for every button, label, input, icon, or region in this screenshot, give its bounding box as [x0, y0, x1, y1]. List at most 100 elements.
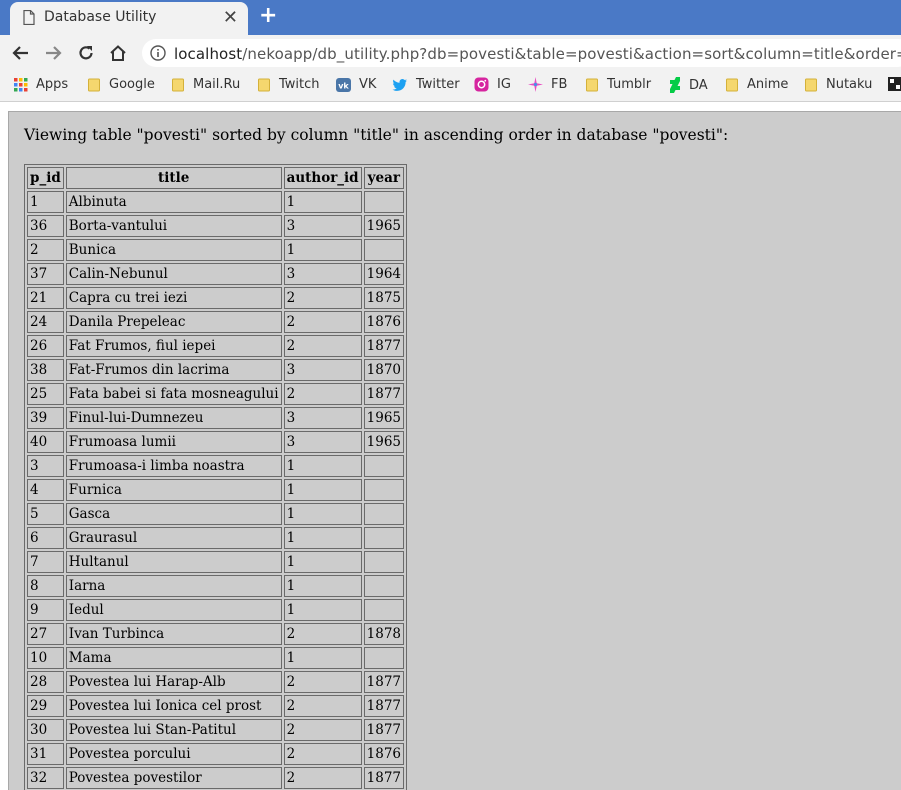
- table-row: 30 Povestea lui Stan-Patitul 2 1877: [27, 719, 404, 741]
- cell-author-id: 2: [283, 719, 362, 741]
- column-header-year[interactable]: year: [363, 167, 404, 189]
- table-row: 8 Iarna 1: [27, 575, 404, 597]
- table-row: 31 Povestea porcului 2 1876: [27, 743, 404, 765]
- cell-p-id: 1: [27, 191, 64, 213]
- folder-icon: [172, 78, 184, 91]
- cell-author-id: 3: [283, 407, 362, 429]
- svg-text:vk: vk: [338, 81, 349, 90]
- column-header-author-id[interactable]: author_id: [283, 167, 362, 189]
- back-button[interactable]: [8, 40, 34, 66]
- bookmark-label: Twitch: [279, 77, 320, 92]
- cell-title: Borta-vantului: [65, 215, 282, 237]
- bookmark-label: FB: [551, 77, 568, 92]
- table-body: 1 Albinuta 1 36 Borta-vantului 3 1965 2 Bunica 1 3…: [27, 191, 404, 790]
- bookmark-overflow[interactable]: [888, 77, 901, 91]
- bookmark-fb[interactable]: FB: [528, 77, 567, 92]
- bookmark-label: Apps: [36, 77, 69, 92]
- cell-title: Fata babei si fata mosneagului: [65, 383, 282, 405]
- table-row: 37 Calin-Nebunul 3 1964: [27, 263, 404, 285]
- deviantart-icon: [670, 77, 680, 93]
- cell-year: 1877: [363, 767, 404, 789]
- bookmark-anime[interactable]: Anime: [726, 77, 788, 92]
- back-arrow-icon: [12, 46, 28, 60]
- column-header-p-id[interactable]: p_id: [27, 167, 64, 189]
- tab-database-utility[interactable]: Database Utility ✕: [10, 2, 248, 35]
- cell-p-id: 21: [27, 287, 64, 309]
- cell-p-id: 7: [27, 551, 64, 573]
- cell-year: [363, 479, 404, 501]
- folder-icon: [805, 78, 817, 91]
- cell-title: Graurasul: [65, 527, 282, 549]
- reload-button[interactable]: [73, 40, 99, 66]
- bookmark-tumblr[interactable]: Tumblr: [586, 77, 651, 92]
- bookmark-vk[interactable]: vk VK: [336, 77, 376, 92]
- bookmark-label: Tumblr: [607, 77, 652, 92]
- bookmark-nutaku[interactable]: Nutaku: [805, 77, 872, 92]
- table-row: 25 Fata babei si fata mosneagului 2 1877: [27, 383, 404, 405]
- cell-p-id: 31: [27, 743, 64, 765]
- bookmark-mailru[interactable]: Mail.Ru: [172, 77, 240, 92]
- bookmark-google[interactable]: Google: [88, 77, 155, 92]
- cell-title: Furnica: [65, 479, 282, 501]
- tab-close-icon[interactable]: ✕: [223, 7, 238, 28]
- folder-icon: [726, 78, 738, 91]
- cell-year: 1877: [363, 383, 404, 405]
- apps-grid-icon: [14, 77, 28, 91]
- new-tab-button[interactable]: +: [259, 3, 277, 28]
- table-row: 1 Albinuta 1: [27, 191, 404, 213]
- cell-p-id: 4: [27, 479, 64, 501]
- table-row: 36 Borta-vantului 3 1965: [27, 215, 404, 237]
- bookmark-twitch[interactable]: Twitch: [258, 77, 320, 92]
- cell-p-id: 10: [27, 647, 64, 669]
- table-row: 4 Furnica 1: [27, 479, 404, 501]
- cell-year: [363, 455, 404, 477]
- cell-p-id: 39: [27, 407, 64, 429]
- cell-year: 1877: [363, 719, 404, 741]
- table-row: 32 Povestea povestilor 2 1877: [27, 767, 404, 789]
- table-row: 39 Finul-lui-Dumnezeu 3 1965: [27, 407, 404, 429]
- cell-p-id: 29: [27, 695, 64, 717]
- page-heading: Viewing table "povesti" sorted by column…: [24, 126, 729, 144]
- cell-year: 1877: [363, 671, 404, 693]
- bookmark-da[interactable]: DA: [669, 77, 708, 93]
- table-row: 28 Povestea lui Harap-Alb 2 1877: [27, 671, 404, 693]
- cell-title: Albinuta: [65, 191, 282, 213]
- cell-p-id: 26: [27, 335, 64, 357]
- cell-p-id: 30: [27, 719, 64, 741]
- cell-title: Fat Frumos, fiul iepei: [65, 335, 282, 357]
- cell-p-id: 25: [27, 383, 64, 405]
- cell-p-id: 3: [27, 455, 64, 477]
- bookmark-ig[interactable]: IG: [474, 77, 511, 92]
- bookmark-label: Anime: [747, 77, 789, 92]
- bookmark-apps[interactable]: Apps: [14, 77, 68, 92]
- cell-title: Calin-Nebunul: [65, 263, 282, 285]
- cell-p-id: 6: [27, 527, 64, 549]
- cell-p-id: 32: [27, 767, 64, 789]
- cell-year: 1876: [363, 311, 404, 333]
- cell-author-id: 1: [283, 503, 362, 525]
- info-icon[interactable]: [150, 45, 166, 61]
- table-row: 9 Iedul 1: [27, 599, 404, 621]
- cell-year: [363, 239, 404, 261]
- cell-title: Iedul: [65, 599, 282, 621]
- cell-title: Povestea lui Ionica cel prost: [65, 695, 282, 717]
- page-viewport: Viewing table "povesti" sorted by column…: [0, 103, 901, 790]
- column-header-title[interactable]: title: [65, 167, 282, 189]
- bookmark-label: DA: [689, 77, 708, 93]
- cell-title: Frumoasa-i limba noastra: [65, 455, 282, 477]
- twitter-icon: [392, 78, 407, 91]
- forward-button[interactable]: [40, 40, 66, 66]
- instagram-icon: [474, 77, 489, 92]
- cell-author-id: 2: [283, 311, 362, 333]
- bookmark-twitter[interactable]: Twitter: [392, 77, 460, 92]
- table-row: 5 Gasca 1: [27, 503, 404, 525]
- table-row: 6 Graurasul 1: [27, 527, 404, 549]
- folder-icon: [88, 78, 100, 91]
- cell-author-id: 3: [283, 215, 362, 237]
- address-bar[interactable]: localhost/nekoapp/db_utility.php?db=pove…: [142, 39, 901, 67]
- cell-title: Capra cu trei iezi: [65, 287, 282, 309]
- cell-p-id: 36: [27, 215, 64, 237]
- cell-author-id: 2: [283, 287, 362, 309]
- url-path: /nekoapp/db_utility.php?db=povesti&table…: [242, 45, 901, 63]
- home-button[interactable]: [105, 40, 131, 66]
